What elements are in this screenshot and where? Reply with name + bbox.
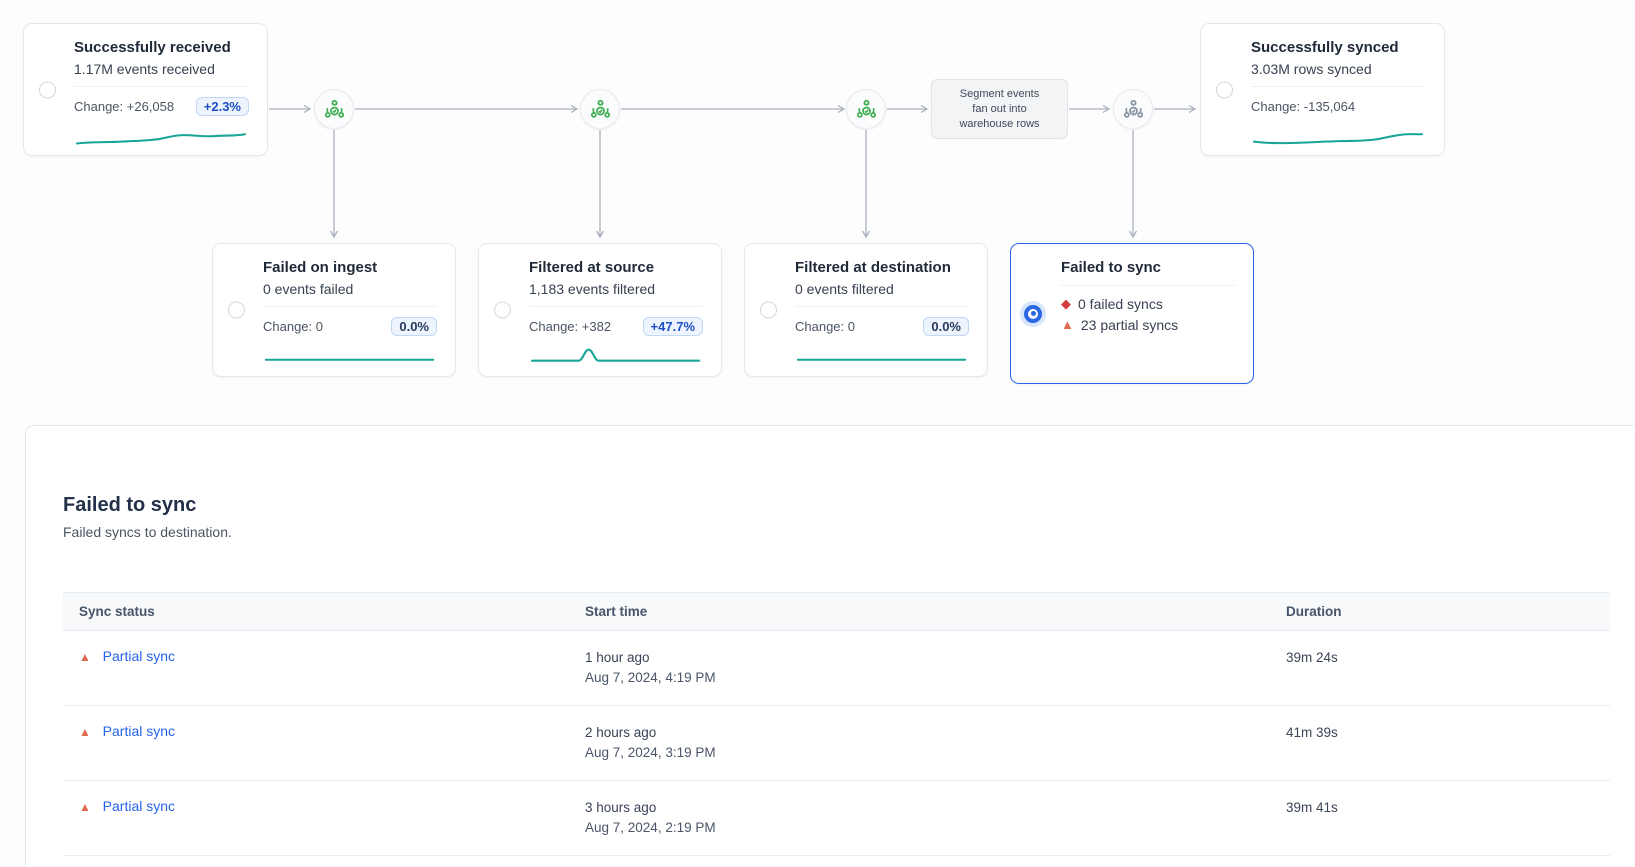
table-header: Sync status Start time Duration (63, 592, 1610, 631)
card-title: Failed on ingest (263, 259, 437, 276)
fanout-note: Segment events fan out into warehouse ro… (931, 79, 1068, 139)
radio-filtered-at-source[interactable] (494, 302, 511, 319)
col-header-start-time: Start time (569, 593, 1270, 630)
event-delivery-icon (1122, 98, 1145, 121)
change-label: Change: 0 (263, 319, 323, 334)
event-delivery-icon (589, 98, 612, 121)
change-badge: +47.7% (643, 317, 703, 336)
partial-sync-link[interactable]: Partial sync (103, 798, 175, 814)
event-delivery-icon (323, 98, 346, 121)
card-title: Filtered at source (529, 259, 703, 276)
failed-sync-diamond-icon: ◆ (1061, 294, 1071, 314)
sparkline (1251, 125, 1426, 149)
start-time-relative: 2 hours ago (585, 723, 1254, 743)
card-failed-to-sync[interactable]: Failed to sync ◆ 0 failed syncs ▲ 23 par… (1010, 243, 1254, 384)
card-subtitle: 1.17M events received (74, 61, 249, 77)
table-row[interactable]: ▲ Partial sync 2 hours ago Aug 7, 2024, … (63, 706, 1610, 781)
sparkline (529, 345, 703, 369)
card-failed-on-ingest[interactable]: Failed on ingest 0 events failed Change:… (212, 243, 456, 377)
sync-table: Sync status Start time Duration ▲ Partia… (63, 592, 1610, 856)
start-time-absolute: Aug 7, 2024, 4:19 PM (585, 668, 1254, 688)
card-successfully-received[interactable]: Successfully received 1.17M events recei… (23, 23, 268, 156)
change-label: Change: +26,058 (74, 99, 174, 114)
radio-successfully-received[interactable] (39, 81, 56, 98)
card-filtered-at-source[interactable]: Filtered at source 1,183 events filtered… (478, 243, 722, 377)
sparkline (263, 345, 437, 369)
pipeline-step-sync-icon (1113, 89, 1153, 129)
radio-dot (1031, 311, 1036, 316)
radio-failed-to-sync-selected[interactable] (1024, 305, 1042, 323)
card-title: Filtered at destination (795, 259, 969, 276)
pipeline-step-ingest-icon (314, 89, 354, 129)
change-badge: +2.3% (196, 97, 249, 116)
table-row[interactable]: ▲ Partial sync 3 hours ago Aug 7, 2024, … (63, 781, 1610, 856)
partial-sync-warning-icon: ▲ (79, 650, 91, 664)
card-filtered-at-destination[interactable]: Filtered at destination 0 events filtere… (744, 243, 988, 377)
partial-sync-link[interactable]: Partial sync (103, 648, 175, 664)
card-title: Successfully received (74, 39, 249, 56)
failed-syncs-label: 0 failed syncs (1078, 294, 1163, 314)
change-label: Change: 0 (795, 319, 855, 334)
table-row[interactable]: ▲ Partial sync 1 hour ago Aug 7, 2024, 4… (63, 631, 1610, 706)
partial-sync-triangle-icon: ▲ (1061, 315, 1074, 335)
panel-subtitle: Failed syncs to destination. (63, 524, 1635, 540)
card-successfully-synced[interactable]: Successfully synced 3.03M rows synced Ch… (1200, 23, 1445, 156)
radio-ring (1028, 309, 1038, 319)
card-subtitle: 3.03M rows synced (1251, 61, 1426, 77)
radio-filtered-at-destination[interactable] (760, 302, 777, 319)
sparkline (74, 125, 249, 149)
partial-sync-warning-icon: ▲ (79, 725, 91, 739)
partial-sync-link[interactable]: Partial sync (103, 723, 175, 739)
failed-to-sync-panel: Failed to sync Failed syncs to destinati… (25, 425, 1635, 867)
radio-successfully-synced[interactable] (1216, 81, 1233, 98)
card-subtitle: 0 events filtered (795, 281, 969, 297)
divider (1061, 285, 1235, 286)
col-header-sync-status: Sync status (63, 593, 569, 630)
start-time-relative: 3 hours ago (585, 798, 1254, 818)
card-title: Failed to sync (1061, 259, 1235, 276)
start-time-relative: 1 hour ago (585, 648, 1254, 668)
partial-syncs-label: 23 partial syncs (1081, 315, 1178, 335)
divider (74, 86, 249, 87)
sparkline (795, 345, 969, 369)
change-badge: 0.0% (923, 317, 969, 336)
pipeline-flow: Segment events fan out into warehouse ro… (0, 0, 1635, 420)
duration-value: 41m 39s (1286, 723, 1594, 743)
radio-failed-on-ingest[interactable] (228, 302, 245, 319)
change-label: Change: +382 (529, 319, 611, 334)
card-title: Successfully synced (1251, 39, 1426, 56)
change-label: Change: -135,064 (1251, 99, 1355, 114)
event-delivery-icon (855, 98, 878, 121)
divider (263, 306, 437, 307)
divider (1251, 86, 1426, 87)
duration-value: 39m 41s (1286, 798, 1594, 818)
pipeline-step-source-filter-icon (580, 89, 620, 129)
pipeline-step-destination-filter-icon (846, 89, 886, 129)
start-time-absolute: Aug 7, 2024, 2:19 PM (585, 818, 1254, 838)
delivery-overview-page: Segment events fan out into warehouse ro… (0, 0, 1635, 867)
col-header-duration: Duration (1270, 593, 1610, 630)
divider (795, 306, 969, 307)
divider (529, 306, 703, 307)
duration-value: 39m 24s (1286, 648, 1594, 668)
card-subtitle: 0 events failed (263, 281, 437, 297)
card-subtitle: 1,183 events filtered (529, 281, 703, 297)
change-badge: 0.0% (391, 317, 437, 336)
partial-sync-warning-icon: ▲ (79, 800, 91, 814)
start-time-absolute: Aug 7, 2024, 3:19 PM (585, 743, 1254, 763)
panel-title: Failed to sync (63, 494, 1635, 517)
